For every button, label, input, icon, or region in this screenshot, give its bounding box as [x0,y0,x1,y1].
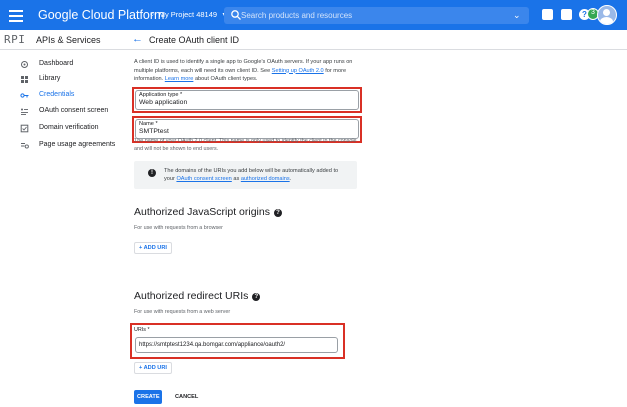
content-header: ← Create OAuth client ID [125,30,627,50]
add-uri-label: + ADD URI [139,365,167,371]
sidebar-item-label: Dashboard [39,60,74,67]
redirect-uris-subtitle: For use with requests from a web server [134,309,231,315]
authorized-domains-link[interactable]: authorized domains [241,176,290,182]
search-bar[interactable]: Search products and resources ⌄ [224,7,529,24]
dashboard-icon [21,61,28,68]
js-origins-title-text: Authorized JavaScript origins [134,206,270,218]
name-helper-text: The name of your OAuth 2.0 client. This … [134,138,357,152]
redirect-uri-value: https://smtptest1234.qa.bomgar.com/appli… [139,342,286,348]
chevron-down-icon[interactable]: ⌄ [513,10,521,21]
setup-oauth-link[interactable]: Setting up OAuth 2.0 [272,68,324,74]
library-icon [21,76,28,83]
add-js-origin-button[interactable]: + ADD URI [134,242,172,254]
create-label: CREATE [137,394,160,400]
add-redirect-uri-button[interactable]: + ADD URI [134,362,172,374]
project-selector[interactable]: ⁘My Project 48149▼ [149,10,228,19]
product-name[interactable]: Google Cloud Platform [38,8,164,22]
redirect-uri-input[interactable]: https://smtptest1234.qa.bomgar.com/appli… [135,337,338,353]
redirect-uris-title: Authorized redirect URIs? [134,290,261,302]
sidebar-item-label: Domain verification [39,124,99,131]
domains-notice: ! The domains of the URIs you add below … [134,161,357,189]
checkbox-icon [20,124,29,133]
settings-list-icon [21,143,29,149]
back-arrow-icon[interactable]: ← [132,33,143,45]
info-icon: ! [148,169,156,177]
js-origins-title: Authorized JavaScript origins? [134,206,282,218]
intro-text-part: about OAuth client types. [193,76,258,83]
js-origins-subtitle: For use with requests from a browser [134,225,223,231]
sidebar-item-label: OAuth consent screen [39,107,109,114]
name-value: SMTPtest [139,128,169,135]
api-logo-icon: RPI [4,33,26,46]
sidebar-item-page-usage-agreements[interactable]: Page usage agreements [0,138,125,153]
cancel-button[interactable]: CANCEL [172,390,202,404]
menu-icon[interactable] [9,8,23,22]
domains-notice-text: The domains of the URIs you add below wi… [164,167,344,183]
consent-icon [21,108,28,115]
sidebar-item-library[interactable]: Library [0,72,125,87]
gift-icon[interactable] [542,9,553,20]
help-icon[interactable]: ? [252,293,261,301]
name-field[interactable]: Name * SMTPtest [135,119,359,139]
sidebar-item-label: Library [39,75,61,82]
search-placeholder: Search products and resources [241,11,353,20]
notice-text-part: as [231,176,241,182]
application-type-label: Application type * [139,92,183,98]
project-dots-icon: ⁘ [149,10,156,19]
sidebar-item-domain-verification[interactable]: Domain verification [0,121,125,136]
cancel-label: CANCEL [175,394,199,400]
intro-text: A client ID is used to identify a single… [134,58,364,84]
sidebar-title: APIs & Services [36,35,101,45]
application-type-select[interactable]: Application type * Web application [135,90,359,110]
name-label: Name * [139,121,158,127]
learn-more-link[interactable]: Learn more [165,76,194,82]
avatar[interactable] [597,5,617,25]
sidebar-item-credentials[interactable]: Credentials [0,88,125,103]
notice-text-part: . [289,176,292,182]
project-name: My Project 48149 [158,10,218,19]
add-uri-label: + ADD URI [139,245,167,251]
sidebar-item-label: Page usage agreements [39,141,116,148]
key-icon [20,93,29,98]
application-type-value: Web application [139,99,188,106]
sidebar-item-dashboard[interactable]: Dashboard [0,57,125,72]
terminal-icon[interactable] [561,9,572,20]
uris-label: URIs * [134,327,150,333]
sidebar-item-oauth-consent-screen[interactable]: OAuth consent screen [0,104,125,119]
page-title: Create OAuth client ID [149,35,240,45]
oauth-consent-screen-link[interactable]: OAuth consent screen [176,176,231,182]
redirect-uris-title-text: Authorized redirect URIs [134,290,249,302]
create-button[interactable]: CREATE [134,390,162,404]
help-icon[interactable]: ? [273,209,282,217]
top-app-bar: Google Cloud Platform ⁘My Project 48149▼… [0,0,627,30]
sidebar-header: RPI APIs & Services [0,30,125,50]
sidebar-nav: Dashboard Library Credentials OAuth cons… [0,50,125,407]
sidebar-item-label: Credentials [39,91,75,98]
